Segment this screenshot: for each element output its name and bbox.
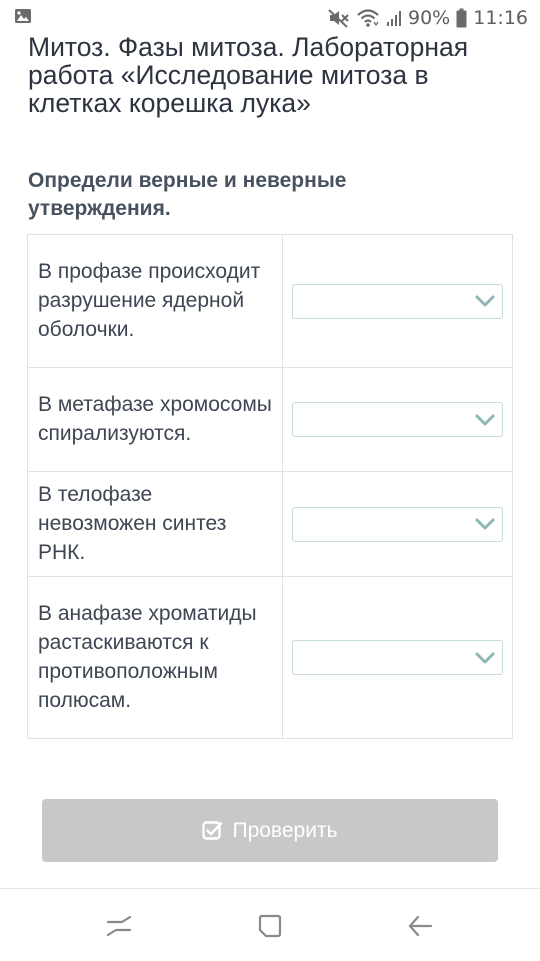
instruction-text: Определи верные и неверные утверждения.	[28, 169, 347, 220]
page-title: Митоз. Фазы митоза. Лабораторная работа …	[28, 32, 469, 118]
recent-apps-icon	[105, 913, 133, 939]
image-notification-icon	[14, 8, 32, 28]
signal-bars-icon	[386, 9, 402, 27]
answer-select[interactable]	[292, 640, 503, 675]
answer-select[interactable]	[292, 283, 503, 319]
back-button[interactable]	[400, 909, 440, 943]
chevron-down-icon	[474, 413, 496, 427]
status-left	[14, 8, 32, 28]
chevron-down-icon	[474, 651, 496, 665]
status-right: 90% 11:16	[328, 7, 528, 29]
statements-table: В профазе происходит разрушение ядерной …	[27, 234, 513, 739]
home-icon	[257, 913, 283, 939]
navigation-bar	[0, 888, 540, 961]
wifi-icon	[356, 8, 380, 28]
statement-cell: В метафазе хромосомы спирализуются.	[27, 367, 283, 472]
statement-cell: В телофазе невозможен синтез РНК.	[27, 471, 283, 577]
recent-apps-button[interactable]	[99, 909, 139, 943]
answer-cell	[282, 234, 513, 368]
chevron-down-icon	[474, 294, 496, 308]
check-button-label: Проверить	[232, 818, 338, 842]
home-button[interactable]	[250, 909, 290, 943]
status-bar: 90% 11:16	[0, 0, 540, 36]
status-time: 11:16	[473, 7, 528, 29]
table-row: В анафазе хроматиды растаскиваются к про…	[27, 576, 513, 739]
table-row: В метафазе хромосомы спирализуются.	[27, 367, 513, 472]
back-arrow-icon	[406, 913, 434, 939]
statement-cell: В анафазе хроматиды растаскиваются к про…	[27, 576, 283, 739]
table-row: В телофазе невозможен синтез РНК.	[27, 471, 513, 577]
statement-cell: В профазе происходит разрушение ядерной …	[27, 234, 283, 368]
answer-cell	[282, 576, 513, 739]
check-button[interactable]: Проверить	[42, 799, 498, 862]
answer-cell	[282, 367, 513, 472]
battery-percent: 90%	[408, 7, 451, 29]
muted-speaker-icon	[328, 8, 350, 28]
table-row: В профазе происходит разрушение ядерной …	[27, 234, 513, 368]
battery-icon	[456, 8, 467, 28]
chevron-down-icon	[474, 517, 496, 531]
checkbox-checked-icon	[202, 820, 223, 841]
answer-select[interactable]	[292, 402, 503, 437]
answer-select[interactable]	[292, 506, 503, 542]
answer-cell	[282, 471, 513, 577]
